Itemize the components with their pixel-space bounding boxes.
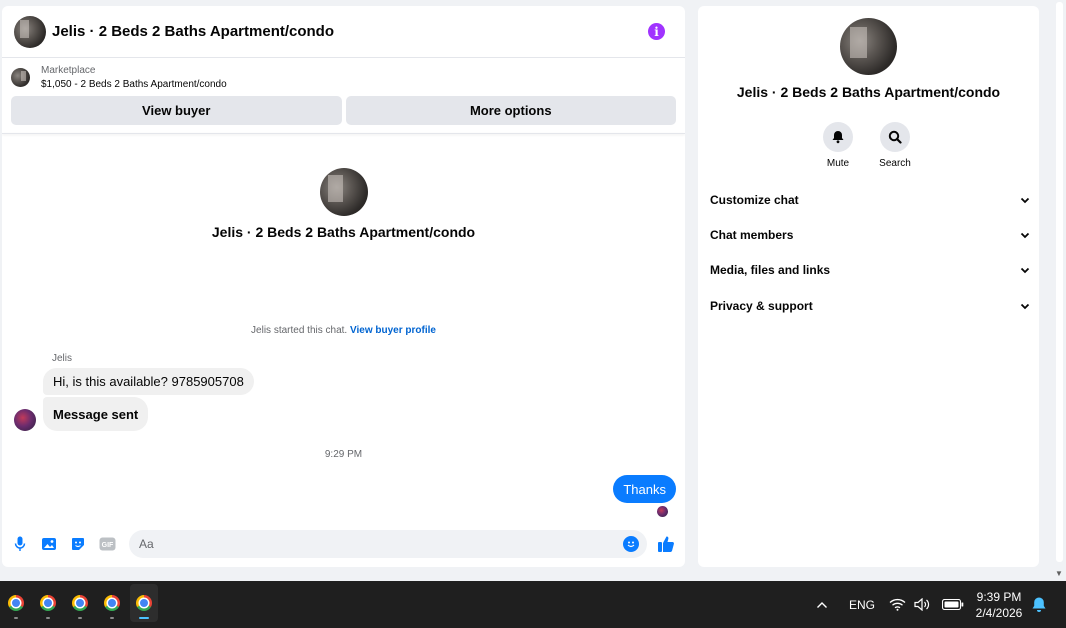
conversation-info-panel: Jelis · 2 Beds 2 Baths Apartment/condo M…: [698, 6, 1039, 567]
gif-icon[interactable]: GIF: [97, 534, 117, 554]
search-button[interactable]: Search: [870, 122, 920, 169]
clock[interactable]: 9:39 PM 2/4/2026: [964, 589, 1034, 621]
chat-header: Jelis · 2 Beds 2 Baths Apartment/condo i: [2, 6, 685, 58]
section-label: Customize chat: [710, 193, 799, 207]
notification-bell-icon[interactable]: [1031, 581, 1047, 628]
microphone-icon[interactable]: [10, 534, 30, 554]
network-volume-battery[interactable]: [889, 581, 964, 628]
chrome-icon: [40, 595, 56, 611]
info-name: Jelis · 2 Beds 2 Baths Apartment/condo: [736, 84, 1001, 100]
taskbar-chrome-app[interactable]: [66, 584, 94, 622]
scroll-down-arrow-icon[interactable]: ▼: [1055, 569, 1063, 578]
message-timestamp: 9:29 PM: [324, 449, 363, 460]
sender-name: Jelis: [52, 353, 73, 364]
action-row: View buyer More options: [2, 90, 685, 125]
chat-panel: Jelis · 2 Beds 2 Baths Apartment/condo i…: [2, 6, 685, 567]
thread-intro: Jelis · 2 Beds 2 Baths Apartment/condo: [2, 168, 685, 240]
mute-button[interactable]: Mute: [813, 122, 863, 169]
view-buyer-profile-link[interactable]: View buyer profile: [350, 325, 436, 336]
more-options-button[interactable]: More options: [345, 96, 676, 125]
sticker-icon[interactable]: [68, 534, 88, 554]
chrome-icon: [104, 595, 120, 611]
started-text: Jelis started this chat.: [251, 325, 348, 336]
chat-avatar[interactable]: [14, 15, 46, 48]
section-media-files-links[interactable]: Media, files and links: [710, 260, 1030, 280]
sender-avatar[interactable]: [14, 409, 36, 431]
taskbar-chrome-app[interactable]: [2, 584, 30, 622]
taskbar-chrome-app[interactable]: [98, 584, 126, 622]
chrome-icon: [8, 595, 24, 611]
outgoing-message[interactable]: Thanks: [613, 475, 676, 503]
chat-title[interactable]: Jelis · 2 Beds 2 Baths Apartment/condo: [52, 23, 648, 40]
emoji-icon[interactable]: [623, 536, 639, 552]
show-hidden-icons-button[interactable]: [816, 581, 828, 628]
section-label: Media, files and links: [710, 263, 831, 277]
view-buyer-button[interactable]: View buyer: [11, 96, 342, 125]
taskbar: ENG 9:39 PM 2/4/2026: [0, 581, 1066, 628]
chevron-down-icon: [1020, 197, 1030, 204]
message-input[interactable]: [139, 537, 623, 551]
marketplace-listing[interactable]: Marketplace $1,050 - 2 Beds 2 Baths Apar…: [2, 58, 685, 90]
incoming-message[interactable]: Message sent: [43, 397, 149, 431]
section-customize-chat[interactable]: Customize chat: [710, 190, 1030, 210]
intro-avatar: [319, 168, 368, 216]
composer: GIF: [2, 521, 685, 567]
clock-time: 9:39 PM: [976, 590, 1022, 604]
scrollbar-thumb[interactable]: [1056, 2, 1063, 562]
wifi-icon: [889, 598, 906, 611]
taskbar-chrome-app-active[interactable]: [130, 584, 158, 622]
volume-icon: [914, 598, 930, 611]
chrome-icon: [72, 595, 88, 611]
message-input-box[interactable]: [129, 530, 647, 558]
chat-started-notice: Jelis started this chat. View buyer prof…: [2, 325, 685, 336]
svg-text:GIF: GIF: [101, 542, 113, 549]
info-avatar[interactable]: [840, 18, 897, 75]
search-icon: [880, 122, 910, 152]
chevron-down-icon: [1020, 303, 1030, 310]
photo-icon[interactable]: [39, 534, 59, 554]
chevron-up-icon: [817, 601, 827, 608]
section-chat-members[interactable]: Chat members: [710, 225, 1030, 245]
section-privacy-support[interactable]: Privacy & support: [710, 296, 1030, 316]
battery-icon: [942, 599, 964, 610]
bell-icon: [823, 122, 853, 152]
mute-label: Mute: [826, 158, 850, 169]
read-receipt-avatar: [657, 506, 668, 517]
listing-thumbnail: [11, 68, 30, 87]
taskbar-chrome-app[interactable]: [34, 584, 62, 622]
search-label: Search: [879, 158, 911, 169]
listing-price-title: $1,050 - 2 Beds 2 Baths Apartment/condo: [41, 79, 227, 90]
intro-name: Jelis · 2 Beds 2 Baths Apartment/condo: [211, 224, 476, 240]
info-icon[interactable]: i: [648, 23, 665, 40]
clock-date: 2/4/2026: [975, 606, 1023, 620]
chrome-icon: [136, 595, 152, 611]
section-label: Privacy & support: [710, 299, 813, 313]
incoming-message[interactable]: Hi, is this available? 9785905708: [43, 368, 254, 395]
chevron-down-icon: [1020, 267, 1030, 274]
thumbs-up-icon[interactable]: [655, 533, 677, 555]
chevron-down-icon: [1020, 232, 1030, 239]
marketplace-label: Marketplace: [41, 65, 96, 76]
language-indicator[interactable]: ENG: [849, 581, 875, 628]
divider: [2, 133, 685, 134]
section-label: Chat members: [710, 228, 794, 242]
page-scrollbar[interactable]: ▼: [1052, 0, 1066, 581]
